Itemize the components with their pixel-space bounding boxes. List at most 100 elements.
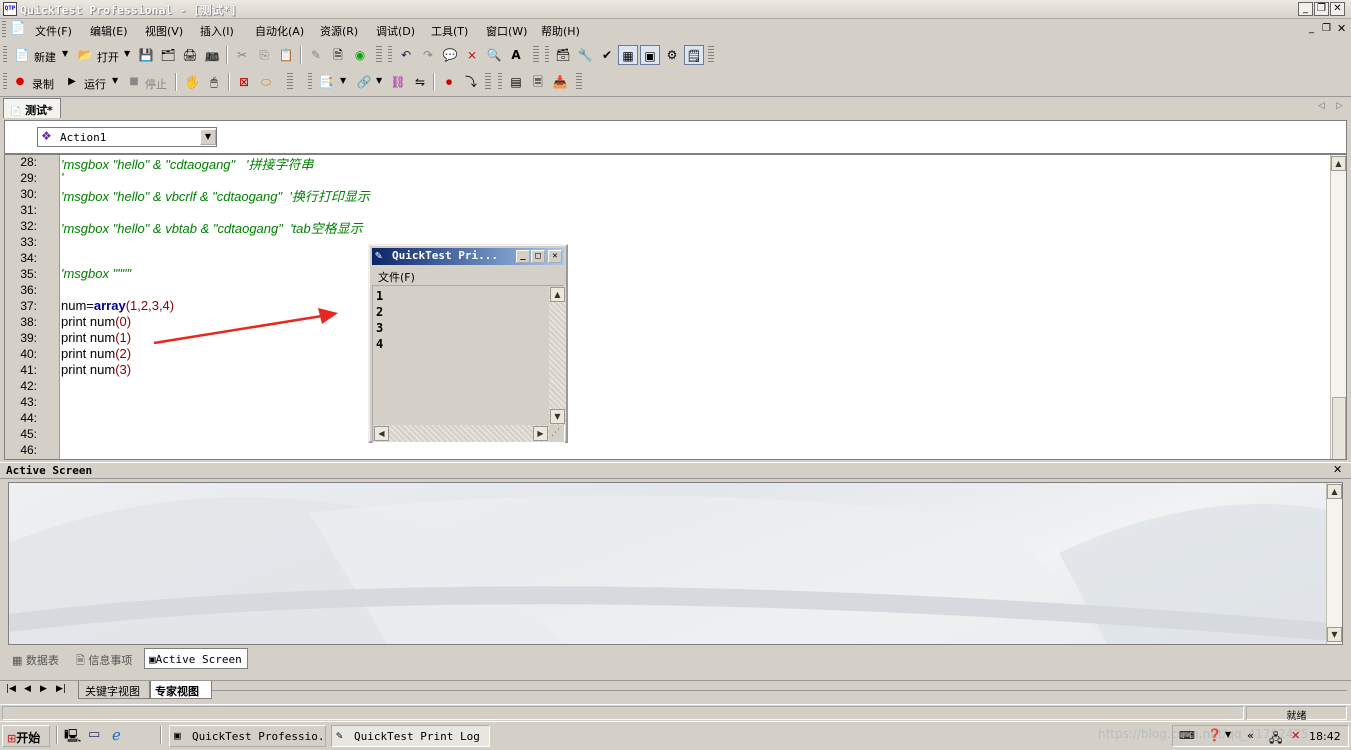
first-tab-icon[interactable]: |◀ bbox=[6, 684, 16, 694]
replace-icon[interactable]: A bbox=[506, 45, 526, 65]
start-transaction-icon[interactable]: ⛓ bbox=[388, 72, 408, 92]
save-icon[interactable]: 💾 bbox=[136, 45, 156, 65]
redo-icon[interactable]: ↷ bbox=[418, 45, 438, 65]
editor-scrollbar[interactable]: ▲ bbox=[1330, 155, 1346, 459]
checkpoint-dropdown-icon[interactable]: ▼ bbox=[340, 76, 346, 85]
tab-info[interactable]: 🗎 信息事项 bbox=[72, 648, 144, 669]
check-syntax-icon[interactable]: ◉ bbox=[350, 45, 370, 65]
toolbar-grip[interactable] bbox=[3, 46, 7, 64]
menu-view[interactable]: 视图(V) bbox=[145, 23, 183, 39]
step-generator-icon[interactable]: ⊠ bbox=[234, 72, 254, 92]
tab-keyword-view[interactable]: 关键字视图 bbox=[78, 681, 150, 699]
network-icon[interactable]: 🖧 bbox=[1269, 729, 1282, 750]
print-log-hscroll[interactable]: ◀ ▶ bbox=[374, 425, 549, 442]
minimize-button[interactable]: _ bbox=[1298, 2, 1313, 16]
menu-resources[interactable]: 资源(R) bbox=[320, 23, 358, 39]
step-generator2-icon[interactable]: 🗏 bbox=[528, 72, 548, 92]
run-button[interactable]: 运行 bbox=[84, 76, 106, 92]
volume-muted-icon[interactable]: ✕ bbox=[1291, 729, 1300, 742]
taskbar-item-qtp[interactable]: ▣ QuickTest Professio... bbox=[169, 725, 326, 747]
save-all-icon[interactable]: 🗂 bbox=[158, 45, 178, 65]
stop-icon[interactable]: ■ bbox=[124, 72, 144, 92]
menu-tools[interactable]: 工具(T) bbox=[431, 23, 468, 39]
print-log-maximize-button[interactable]: □ bbox=[531, 250, 545, 263]
prev-tab-icon[interactable]: ◀ bbox=[24, 684, 31, 694]
next-tab-icon[interactable]: ▶ bbox=[40, 684, 47, 694]
paste-icon[interactable]: 📋 bbox=[276, 45, 296, 65]
log-scroll-left-icon[interactable]: ◀ bbox=[374, 426, 389, 441]
debug-viewer-toggle-icon[interactable]: 🗒 bbox=[684, 45, 704, 65]
comment-icon[interactable]: 💬 bbox=[440, 45, 460, 65]
menu-debug[interactable]: 调试(D) bbox=[376, 23, 415, 39]
checkpoint-icon[interactable]: ✔ bbox=[597, 45, 617, 65]
log-scroll-down-icon[interactable]: ▼ bbox=[550, 409, 565, 424]
menu-window[interactable]: 窗口(W) bbox=[486, 23, 527, 39]
menu-automation[interactable]: 自动化(A) bbox=[255, 23, 304, 39]
quicklaunch-ie-icon[interactable]: ℯ bbox=[112, 726, 121, 744]
print-icon[interactable]: 📠 bbox=[202, 45, 222, 65]
active-screen-close-icon[interactable]: ✕ bbox=[1333, 463, 1342, 476]
tab-test[interactable]: 📄 测试* bbox=[3, 98, 61, 118]
help-icon[interactable]: ❓ bbox=[1207, 728, 1222, 742]
restore-button[interactable]: ❐ bbox=[1314, 2, 1329, 16]
menu-file[interactable]: 文件(F) bbox=[35, 23, 72, 39]
record-icon[interactable]: ● bbox=[10, 72, 30, 92]
low-level-recording-icon[interactable]: 🖱 bbox=[204, 72, 224, 92]
resize-grip-icon[interactable]: ⋰ bbox=[551, 428, 560, 438]
data-table-toggle-icon[interactable]: ▦ bbox=[618, 45, 638, 65]
print-log-menu-file[interactable]: 文件(F) bbox=[378, 269, 415, 285]
keyboard-icon[interactable]: ⌨ bbox=[1179, 729, 1195, 742]
run-dropdown-icon[interactable]: ▼ bbox=[112, 76, 118, 85]
print-log-vscroll[interactable]: ▲ ▼ bbox=[549, 287, 566, 425]
function-definition-icon[interactable]: ⚙ bbox=[662, 45, 682, 65]
analog-recording-icon[interactable]: 🖐 bbox=[182, 72, 202, 92]
action-combo[interactable]: ❖ Action1 ▼ bbox=[37, 127, 217, 147]
uncomment-icon[interactable]: ⨯ bbox=[462, 45, 482, 65]
stop-button[interactable]: 停止 bbox=[145, 76, 167, 92]
function-icon[interactable]: 📥 bbox=[550, 72, 570, 92]
output-dropdown-icon[interactable]: ▼ bbox=[376, 76, 382, 85]
new-icon[interactable]: 📄 bbox=[12, 45, 32, 65]
print-preview-icon[interactable]: 🖨 bbox=[180, 45, 200, 65]
tray-dropdown-icon[interactable]: ▼ bbox=[1225, 730, 1231, 739]
print-log-titlebar[interactable]: ✎ QuickTest Pri... _ □ ✕ bbox=[372, 248, 564, 265]
properties-icon[interactable]: 🗎 bbox=[328, 45, 348, 65]
start-button[interactable]: ⊞开始 bbox=[2, 725, 50, 747]
tray-expand-icon[interactable]: « bbox=[1247, 729, 1254, 742]
menu-edit[interactable]: 编辑(E) bbox=[90, 23, 128, 39]
tab-data-table[interactable]: ▦ 数据表 bbox=[8, 648, 68, 669]
copy-icon[interactable]: ⎘ bbox=[254, 45, 274, 65]
step-into-icon[interactable]: ⤵ bbox=[461, 72, 481, 92]
combo-dropdown-icon[interactable]: ▼ bbox=[200, 129, 216, 145]
toolbar-grip[interactable] bbox=[3, 73, 7, 91]
scroll-up-icon[interactable]: ▲ bbox=[1331, 156, 1346, 171]
object-repository-icon[interactable]: 🗃 bbox=[553, 45, 573, 65]
edit-step-icon[interactable]: ✎ bbox=[306, 45, 326, 65]
insert-output-icon[interactable]: 🔗 bbox=[354, 72, 374, 92]
run-icon[interactable]: ▶ bbox=[62, 72, 82, 92]
active-screen-toggle-icon[interactable]: ▣ bbox=[640, 45, 660, 65]
new-button[interactable]: 新建 bbox=[34, 49, 56, 65]
close-button[interactable]: ✕ bbox=[1330, 2, 1345, 16]
print-log-close-button[interactable]: ✕ bbox=[548, 250, 562, 263]
log-scroll-up-icon[interactable]: ▲ bbox=[550, 287, 565, 302]
cut-icon[interactable]: ✂ bbox=[232, 45, 252, 65]
quicklaunch-desktop-icon[interactable]: ▭ bbox=[88, 727, 100, 742]
tab-scroll-left-icon[interactable]: ◁ bbox=[1318, 101, 1325, 111]
open-dropdown-icon[interactable]: ▼ bbox=[124, 49, 130, 58]
mdi-restore-button[interactable]: ❐ bbox=[1322, 23, 1331, 34]
as-scroll-down-icon[interactable]: ▼ bbox=[1327, 627, 1342, 642]
results-icon[interactable]: ⬭ bbox=[256, 72, 276, 92]
record-button[interactable]: 录制 bbox=[32, 76, 54, 92]
scroll-thumb[interactable] bbox=[1332, 397, 1346, 459]
mdi-minimize-button[interactable]: _ bbox=[1309, 23, 1314, 34]
insert-checkpoint-icon[interactable]: 📑 bbox=[316, 72, 336, 92]
taskbar-item-printlog[interactable]: ✎ QuickTest Print Log bbox=[331, 725, 490, 747]
open-button[interactable]: 打开 bbox=[97, 49, 119, 65]
doc-icon[interactable]: 📄 bbox=[10, 21, 26, 36]
as-scroll-up-icon[interactable]: ▲ bbox=[1327, 484, 1342, 499]
end-transaction-icon[interactable]: ⇋ bbox=[410, 72, 430, 92]
quicklaunch-server-icon[interactable]: 🖳 bbox=[64, 727, 81, 749]
new-dropdown-icon[interactable]: ▼ bbox=[62, 49, 68, 58]
tab-active-screen[interactable]: ▣Active Screen bbox=[144, 648, 248, 669]
